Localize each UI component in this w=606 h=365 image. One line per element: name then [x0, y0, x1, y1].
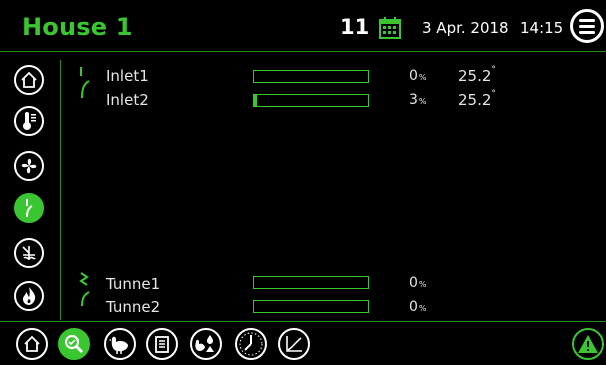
inlet2-percent-unit: %	[418, 97, 427, 106]
graph-icon	[286, 336, 302, 352]
inlet-flap-icon	[78, 66, 92, 99]
clipboard-icon	[155, 336, 169, 353]
tunnel2-label: Tunne2	[106, 298, 161, 316]
alarm-icon	[578, 335, 598, 353]
sidebar	[0, 56, 60, 318]
inlet2-percent: 3%	[409, 92, 427, 108]
bottom-animals-button[interactable]	[104, 328, 136, 360]
home-icon	[21, 71, 37, 88]
calendar-icon[interactable]	[378, 16, 402, 40]
bottom-clock-button[interactable]	[235, 328, 267, 360]
header-divider	[0, 51, 606, 52]
inlet-flap-icon	[26, 199, 33, 218]
thermometer-icon	[23, 112, 36, 130]
inlet1-percent-value: 0	[409, 68, 418, 84]
inlet1-temp-unit: °	[491, 65, 496, 75]
bottom-toolbar	[0, 318, 606, 365]
inlet2-temperature: 25.2°	[458, 89, 496, 109]
tunnel2-percent-value: 0	[409, 299, 418, 315]
sidebar-ventilation-button[interactable]	[14, 151, 44, 181]
inlet2-percent-value: 3	[409, 92, 418, 108]
inlet2-temp-unit: °	[491, 89, 496, 99]
feed-water-icon	[195, 335, 214, 352]
tunnel2-opening-bar	[253, 300, 369, 313]
sidebar-temperature-button[interactable]	[14, 106, 44, 136]
day-number: 11	[340, 15, 370, 39]
tunnel2-percent-unit: %	[418, 304, 427, 313]
tunnel-flap-icon	[78, 272, 92, 307]
bottom-graph-button[interactable]	[278, 328, 310, 360]
inlet1-percent: 0%	[409, 68, 427, 84]
chicken-icon	[109, 336, 128, 354]
menu-icon[interactable]	[570, 9, 604, 43]
date-label: 3 Apr. 2018	[422, 19, 509, 37]
inlet1-temperature: 25.2°	[458, 65, 496, 85]
clock-icon	[239, 332, 263, 356]
bottom-feed-water-button[interactable]	[190, 328, 222, 360]
bottom-notes-button[interactable]	[146, 328, 178, 360]
inlet1-label: Inlet1	[106, 67, 149, 85]
magnifier-icon	[64, 334, 84, 354]
inlet2-opening-bar	[253, 94, 369, 107]
header: House 1 11 3 Apr. 2018 14:15	[0, 0, 606, 56]
home-icon	[24, 335, 40, 352]
tunnel1-label: Tunne1	[106, 275, 161, 293]
inlet2-label: Inlet2	[106, 91, 149, 109]
sidebar-heating-button[interactable]	[14, 281, 44, 311]
sidebar-valve-button[interactable]	[14, 238, 44, 268]
tunnel1-percent: 0%	[409, 275, 427, 291]
inlet1-temp-value: 25.2	[458, 67, 492, 85]
time-label: 14:15	[520, 19, 564, 37]
inlet2-temp-value: 25.2	[458, 91, 492, 109]
sidebar-inlets-button[interactable]	[14, 193, 44, 223]
tunnel1-opening-bar	[253, 276, 369, 289]
inlet2-opening-fill	[254, 95, 258, 106]
tunnel1-percent-value: 0	[409, 275, 418, 291]
alarm-button[interactable]	[572, 328, 604, 360]
fan-icon	[21, 158, 37, 174]
sidebar-home-button[interactable]	[14, 65, 44, 95]
valve-icon	[22, 246, 36, 260]
inlet1-opening-bar	[253, 70, 369, 83]
sidebar-divider	[60, 60, 61, 320]
tunnel1-percent-unit: %	[418, 280, 427, 289]
bottom-divider	[0, 321, 606, 322]
flame-icon	[23, 287, 36, 305]
tunnel2-percent: 0%	[409, 299, 427, 315]
page-title: House 1	[22, 13, 133, 41]
inlet1-percent-unit: %	[418, 73, 427, 82]
bottom-search-view-button[interactable]	[58, 328, 90, 360]
bottom-home-button[interactable]	[16, 328, 48, 360]
